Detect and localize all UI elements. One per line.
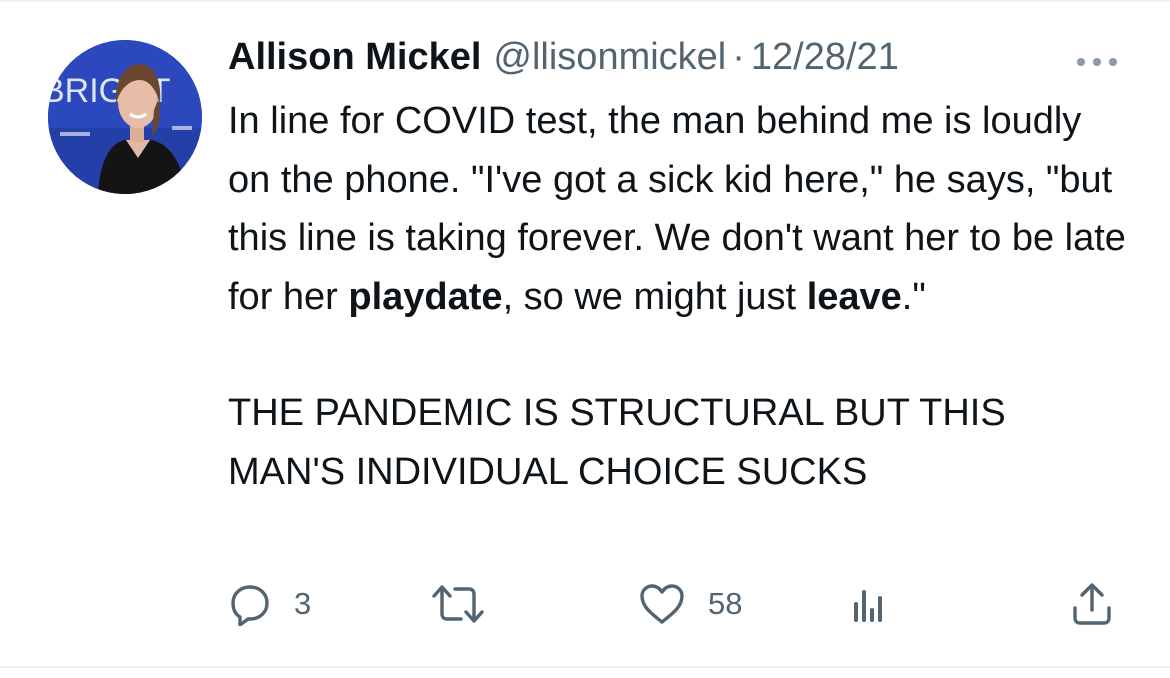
more-options-button[interactable] — [1075, 55, 1119, 69]
text-segment: , so we might just — [502, 275, 807, 318]
tweet-text: In line for COVID test, the man behind m… — [228, 92, 1128, 501]
share-button[interactable] — [1070, 580, 1114, 628]
share-icon — [1073, 583, 1111, 625]
top-divider — [0, 0, 1170, 2]
tweet: Allison Mickel @llisonmickel · 12/28/21 … — [228, 36, 1128, 501]
tweet-actions: 3 58 — [228, 580, 1118, 628]
separator-dot: · — [732, 36, 745, 78]
bold-word-leave: leave — [806, 275, 902, 318]
bottom-divider — [0, 666, 1170, 668]
tweet-header: Allison Mickel @llisonmickel · 12/28/21 — [228, 36, 1128, 86]
retweet-button[interactable] — [431, 580, 507, 628]
like-button[interactable]: 58 — [638, 580, 742, 628]
view-analytics-button[interactable] — [848, 580, 892, 628]
tweet-paragraph-1: In line for COVID test, the man behind m… — [228, 92, 1128, 326]
author-display-name[interactable]: Allison Mickel — [228, 36, 481, 79]
reply-button[interactable]: 3 — [228, 580, 311, 628]
profile-photo-icon: BRIGHT — [48, 40, 202, 194]
ellipsis-icon — [1077, 58, 1117, 66]
tweet-date[interactable]: 12/28/21 — [751, 36, 899, 79]
reply-count: 3 — [294, 586, 312, 621]
reply-icon — [231, 585, 269, 626]
analytics-icon — [854, 590, 882, 622]
retweet-icon — [432, 585, 484, 623]
tweet-paragraph-2: THE PANDEMIC IS STRUCTURAL BUT THIS MAN'… — [228, 392, 1006, 493]
avatar[interactable]: BRIGHT — [48, 40, 202, 194]
bold-word-playdate: playdate — [348, 275, 503, 318]
like-count: 58 — [708, 586, 743, 621]
text-segment: ." — [901, 275, 926, 318]
author-handle[interactable]: @llisonmickel — [493, 36, 726, 79]
heart-icon — [640, 584, 684, 624]
